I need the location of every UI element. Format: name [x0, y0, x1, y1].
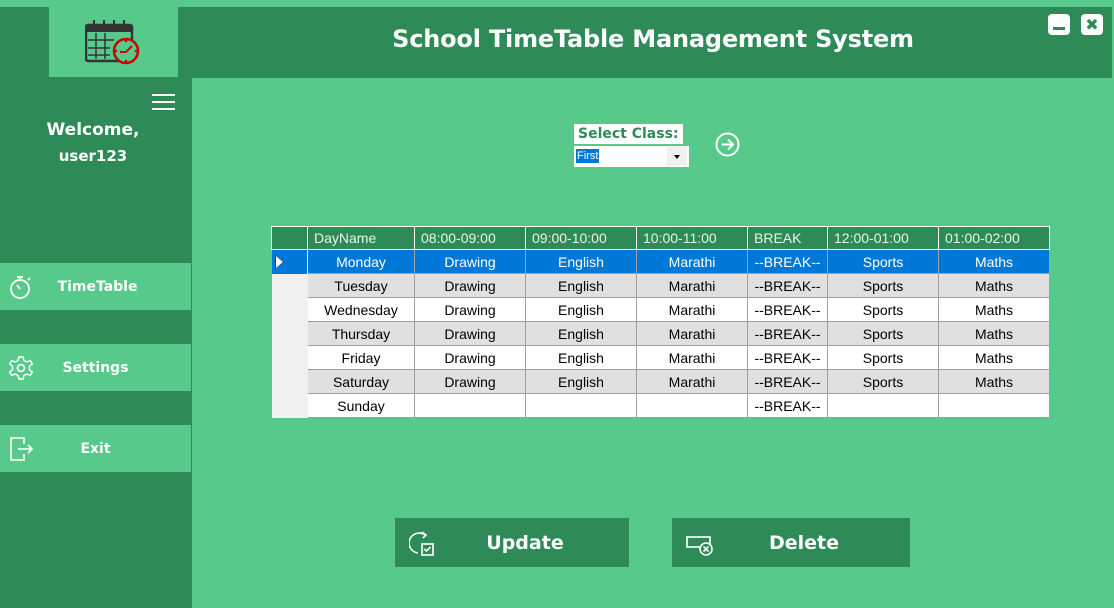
subject-cell[interactable]: --BREAK--	[747, 273, 828, 298]
sidebar-item-exit[interactable]: Exit	[0, 425, 191, 472]
subject-cell[interactable]: Maths	[938, 273, 1050, 298]
row-header[interactable]	[271, 249, 308, 274]
table-row[interactable]: Saturday Drawing English Marathi --BREAK-- Sp…	[271, 369, 1050, 394]
table-row[interactable]: Monday Drawing English Marathi --BREAK-- Spor…	[271, 249, 1050, 274]
column-header[interactable]: 09:00-10:00	[525, 226, 637, 250]
subject-cell[interactable]: Drawing	[414, 369, 526, 394]
subject-cell[interactable]: Drawing	[414, 273, 526, 298]
sidebar-item-settings[interactable]: Settings	[0, 344, 191, 391]
close-button[interactable]: ✖	[1081, 14, 1103, 35]
subject-cell[interactable]: English	[525, 369, 637, 394]
timetable-grid[interactable]: DayName 08:00-09:00 09:00-10:00 10:00-11…	[271, 226, 1050, 418]
app-logo	[49, 7, 178, 77]
sidebar-item-label: TimeTable	[57, 278, 138, 295]
subject-cell[interactable]: Drawing	[414, 297, 526, 322]
table-row[interactable]: Thursday Drawing English Marathi --BREAK-- Sp…	[271, 321, 1050, 346]
table-row[interactable]: Tuesday Drawing English Marathi --BREAK-- Spo…	[271, 273, 1050, 298]
table-row[interactable]: Sunday --BREAK--	[271, 393, 1050, 418]
subject-cell[interactable]: --BREAK--	[747, 249, 828, 274]
subject-cell[interactable]: Sports	[827, 345, 939, 370]
subject-cell[interactable]: English	[525, 249, 637, 274]
day-name-cell[interactable]: Tuesday	[307, 273, 415, 298]
subject-cell[interactable]	[525, 393, 637, 418]
subject-cell[interactable]: Marathi	[636, 297, 748, 322]
column-header[interactable]: 01:00-02:00	[938, 226, 1050, 250]
subject-cell[interactable]: --BREAK--	[747, 297, 828, 322]
minimize-button[interactable]	[1048, 14, 1070, 35]
subject-cell[interactable]: Maths	[938, 249, 1050, 274]
subject-cell[interactable]: Maths	[938, 345, 1050, 370]
table-row[interactable]: Friday Drawing English Marathi --BREAK-- Spor…	[271, 345, 1050, 370]
subject-cell[interactable]: English	[525, 321, 637, 346]
username-label: user123	[58, 147, 128, 165]
column-header[interactable]: 08:00-09:00	[414, 226, 526, 250]
subject-cell[interactable]: English	[525, 345, 637, 370]
update-button[interactable]: Update	[395, 518, 629, 567]
class-dropdown[interactable]: First	[574, 146, 689, 167]
column-header[interactable]: 12:00-01:00	[827, 226, 939, 250]
subject-cell[interactable]: English	[525, 273, 637, 298]
subject-cell[interactable]	[827, 393, 939, 418]
column-header[interactable]: 10:00-11:00	[636, 226, 748, 250]
sidebar-item-label: Exit	[80, 440, 111, 457]
subject-cell[interactable]: Sports	[827, 321, 939, 346]
subject-cell[interactable]: Sports	[827, 249, 939, 274]
sidebar-item-timetable[interactable]: TimeTable	[0, 263, 191, 310]
subject-cell[interactable]: Maths	[938, 369, 1050, 394]
class-dropdown-value: First	[576, 149, 600, 163]
subject-cell[interactable]	[938, 393, 1050, 418]
subject-cell[interactable]	[414, 393, 526, 418]
select-class-label: Select Class:	[574, 124, 683, 144]
sidebar-item-label: Settings	[62, 359, 129, 376]
column-header[interactable]: BREAK	[747, 226, 828, 250]
subject-cell[interactable]: --BREAK--	[747, 369, 828, 394]
delete-button[interactable]: Delete	[672, 518, 910, 567]
subject-cell[interactable]: Sports	[827, 273, 939, 298]
row-header[interactable]	[271, 273, 308, 298]
subject-cell[interactable]: Sports	[827, 369, 939, 394]
subject-cell[interactable]: Drawing	[414, 249, 526, 274]
subject-cell[interactable]: --BREAK--	[747, 345, 828, 370]
grid-header-row: DayName 08:00-09:00 09:00-10:00 10:00-11…	[271, 226, 1050, 250]
subject-cell[interactable]: --BREAK--	[747, 321, 828, 346]
chevron-down-icon[interactable]	[667, 147, 687, 166]
arrow-right-circle-icon[interactable]	[714, 131, 741, 158]
subject-cell[interactable]: Maths	[938, 321, 1050, 346]
welcome-text: Welcome,	[46, 120, 140, 140]
row-header[interactable]	[271, 321, 308, 346]
subject-cell[interactable]: --BREAK--	[747, 393, 828, 418]
day-name-cell[interactable]: Monday	[307, 249, 415, 274]
subject-cell[interactable]	[636, 393, 748, 418]
subject-cell[interactable]: Maths	[938, 297, 1050, 322]
day-name-cell[interactable]: Friday	[307, 345, 415, 370]
subject-cell[interactable]: Marathi	[636, 273, 748, 298]
update-button-label: Update	[486, 531, 564, 554]
row-header[interactable]	[271, 393, 308, 418]
delete-button-label: Delete	[768, 531, 840, 554]
subject-cell[interactable]: Drawing	[414, 345, 526, 370]
hamburger-menu-button[interactable]	[152, 94, 175, 112]
subject-cell[interactable]: Marathi	[636, 321, 748, 346]
row-header[interactable]	[271, 345, 308, 370]
table-row[interactable]: Wednesday Drawing English Marathi --BREAK-- S…	[271, 297, 1050, 322]
day-name-cell[interactable]: Wednesday	[307, 297, 415, 322]
subject-cell[interactable]: Sports	[827, 297, 939, 322]
row-header[interactable]	[271, 369, 308, 394]
subject-cell[interactable]: Marathi	[636, 249, 748, 274]
row-header-corner	[271, 226, 308, 250]
subject-cell[interactable]: Marathi	[636, 345, 748, 370]
hamburger-icon	[152, 94, 175, 110]
column-header[interactable]: DayName	[307, 226, 415, 250]
day-name-cell[interactable]: Saturday	[307, 369, 415, 394]
day-name-cell[interactable]: Thursday	[307, 321, 415, 346]
app-title: School TimeTable Management System	[392, 25, 914, 53]
close-icon: ✖	[1085, 14, 1099, 34]
subject-cell[interactable]: Drawing	[414, 321, 526, 346]
day-name-cell[interactable]: Sunday	[307, 393, 415, 418]
subject-cell[interactable]: Marathi	[636, 369, 748, 394]
calendar-clock-icon	[84, 20, 139, 65]
subject-cell[interactable]: English	[525, 297, 637, 322]
row-header[interactable]	[271, 297, 308, 322]
